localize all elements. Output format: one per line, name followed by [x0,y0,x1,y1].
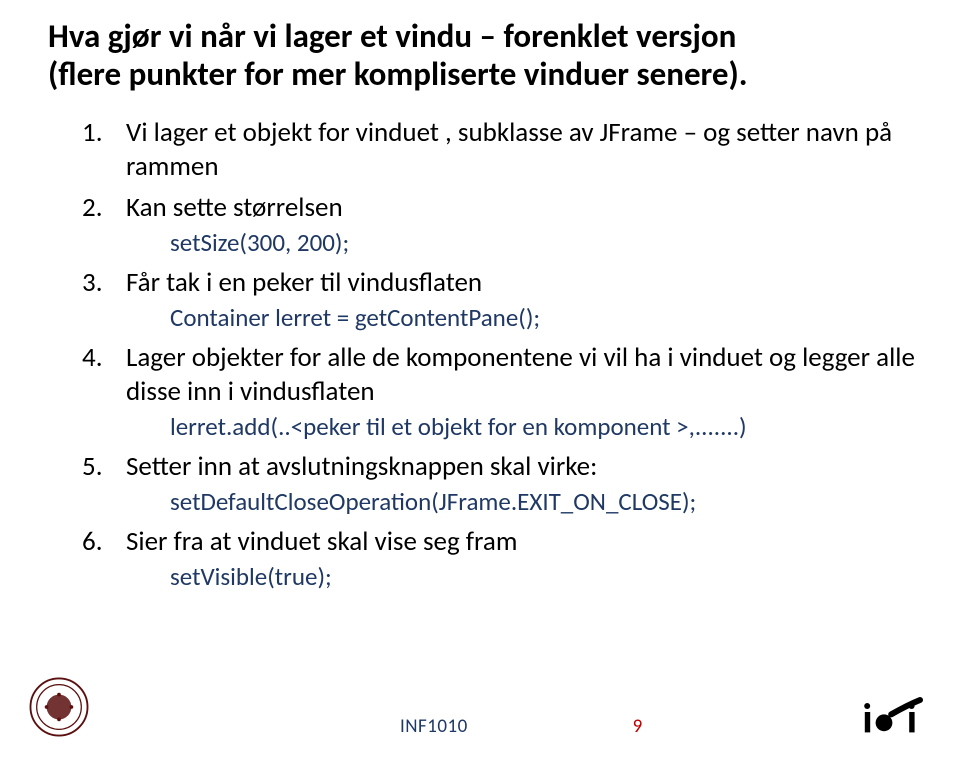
list-item: Kan sette størrelsen setSize(300, 200); [82,191,920,258]
title-line-2: (flere punkter for mer kompliserte vindu… [48,54,748,94]
list-item: Vi lager et objekt for vinduet , subklas… [82,116,920,184]
slide-title: Hva gjør vi når vi lager et vindu – fore… [48,18,920,94]
list-item: Lager objekter for alle de komponentene … [82,341,920,442]
item-text: Kan sette størrelsen [126,191,343,224]
list-item: Får tak i en peker til vindusflaten Cont… [82,266,920,333]
title-line-1: Hva gjør vi når vi lager et vindu – fore… [48,16,736,56]
item-code: setVisible(true); [170,561,920,592]
item-text: Vi lager et objekt for vinduet , subklas… [126,116,892,183]
list-item: Setter inn at avslutningsknappen skal vi… [82,450,920,517]
item-code: setSize(300, 200); [170,227,920,258]
footer-text: INF1010 9 [400,715,643,738]
item-code: setDefaultCloseOperation(JFrame.EXIT_ON_… [170,486,920,517]
item-text: Får tak i en peker til vindusflaten [126,266,482,299]
item-code: Container lerret = getContentPane(); [170,302,920,333]
item-text: Setter inn at avslutningsknappen skal vi… [126,450,597,483]
university-seal-icon [28,676,90,738]
ifi-logo-icon [854,692,926,738]
course-code: INF1010 [400,715,468,738]
item-text: Lager objekter for alle de komponentene … [126,341,915,408]
main-list: Vi lager et objekt for vinduet , subklas… [82,116,920,592]
item-text: Sier fra at vinduet skal vise seg fram [126,525,517,558]
page-number: 9 [633,715,643,738]
list-item: Sier fra at vinduet skal vise seg fram s… [82,525,920,592]
item-code: lerret.add(..<peker til et objekt for en… [170,411,920,442]
